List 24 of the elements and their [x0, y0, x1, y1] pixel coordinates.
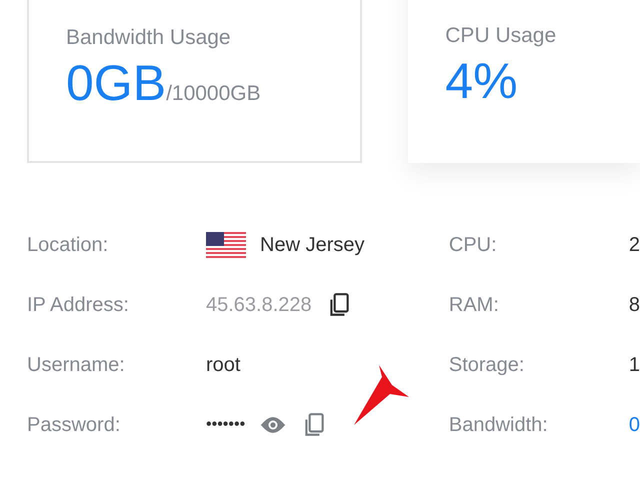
arrow-drawing — [354, 365, 409, 425]
field-value: root — [206, 354, 240, 376]
field-label: Password: — [27, 414, 122, 436]
field-value: 45.63.8.228 — [206, 294, 312, 316]
field-label: Storage: — [448, 354, 526, 376]
field-label: Bandwidth: — [448, 414, 549, 436]
masked-password: ••••••• — [206, 416, 246, 434]
eye-icon[interactable] — [259, 416, 288, 434]
field-value: 1 — [628, 354, 640, 376]
field-value: 8 — [628, 294, 640, 316]
card-title: Bandwidth Usage — [66, 26, 232, 50]
field-value: 2 — [628, 234, 640, 256]
field-label: Location: — [27, 234, 110, 256]
field-label: RAM: — [448, 294, 500, 316]
usage-limit: /10000GB — [166, 82, 261, 106]
field-label: Username: — [27, 354, 126, 376]
field-value: New Jersey — [260, 234, 364, 256]
card-title: CPU Usage — [445, 24, 558, 48]
value-link[interactable]: 0 — [628, 414, 640, 436]
field-label: CPU: — [448, 234, 498, 256]
field-label: IP Address: — [27, 294, 130, 316]
usage-value: 0GB — [66, 54, 166, 112]
usage-value: 4% — [445, 52, 518, 110]
flag-icon — [206, 232, 246, 258]
